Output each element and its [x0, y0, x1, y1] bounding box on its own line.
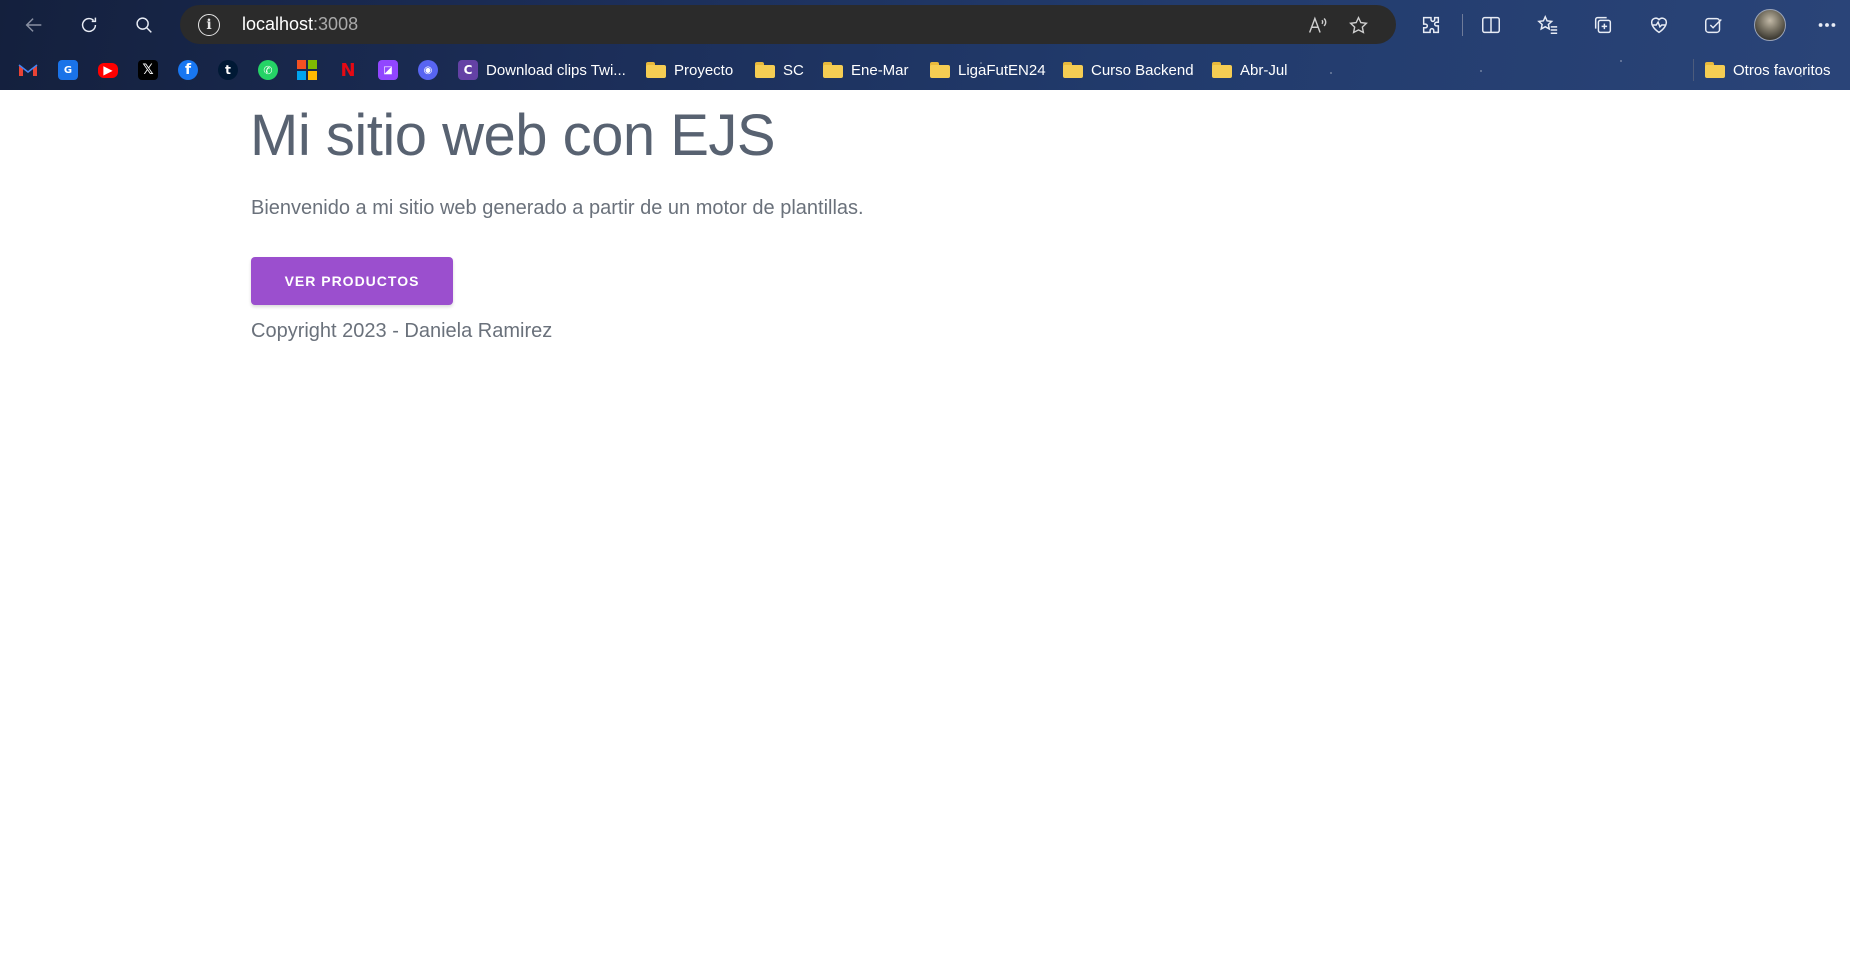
refresh-icon — [81, 17, 97, 33]
bookmark-translate[interactable]: G — [58, 58, 78, 82]
browser-essentials-button[interactable] — [1641, 7, 1677, 43]
folder-icon — [1063, 62, 1083, 78]
bookmark-folder-abr-jul[interactable]: Abr-Jul — [1212, 58, 1288, 82]
bookmark-label: Download clips Twi... — [486, 61, 626, 79]
bookmarks-divider — [1693, 59, 1694, 81]
collections-icon — [1594, 16, 1612, 34]
split-screen-icon — [1482, 16, 1500, 34]
bookmark-label: LigaFutEN24 — [958, 61, 1046, 79]
address-host: localhost — [242, 14, 314, 34]
twitch-icon: ◪ — [378, 60, 398, 80]
puzzle-icon — [1422, 16, 1440, 34]
page-lead: Bienvenido a mi sitio web generado a par… — [251, 197, 864, 219]
heart-pulse-icon — [1650, 17, 1668, 34]
bookmark-facebook[interactable]: f — [178, 58, 198, 82]
bookmark-folder-curso-backend[interactable]: Curso Backend — [1063, 58, 1194, 82]
clips-favicon-icon: C — [458, 60, 478, 80]
gmail-icon — [18, 60, 38, 80]
translate-icon: G — [58, 60, 78, 80]
page-content: Mi sitio web con EJS Bienvenido a mi sit… — [0, 90, 1850, 979]
facebook-icon: f — [178, 60, 198, 80]
folder-icon — [646, 62, 666, 78]
bookmark-netflix[interactable]: N — [338, 58, 358, 82]
extensions-button[interactable] — [1413, 7, 1449, 43]
site-info-icon[interactable]: i — [198, 14, 220, 36]
x-icon: 𝕏 — [138, 60, 158, 80]
bookmark-label: Otros favoritos — [1733, 61, 1831, 79]
search-icon — [136, 17, 152, 33]
bookmark-discord[interactable]: ◉ — [418, 58, 438, 82]
bookmark-download-clips[interactable]: C Download clips Twi... — [458, 58, 626, 82]
bookmark-label: Ene-Mar — [851, 61, 909, 79]
bookmark-label: Curso Backend — [1091, 61, 1194, 79]
favorite-star-button[interactable] — [1345, 12, 1371, 38]
search-button[interactable] — [126, 7, 162, 43]
bookmark-label: Abr-Jul — [1240, 61, 1288, 79]
address-bar[interactable]: i localhost:3008 — [180, 5, 1396, 44]
netflix-icon: N — [340, 59, 356, 81]
favorites-button[interactable] — [1530, 7, 1566, 43]
view-products-button[interactable]: VER PRODUCTOS — [251, 257, 453, 305]
bookmark-whatsapp[interactable]: ✆ — [258, 58, 278, 82]
folder-icon — [1212, 62, 1232, 78]
folder-icon — [755, 62, 775, 78]
back-arrow-icon — [25, 18, 42, 32]
bookmark-label: SC — [783, 61, 804, 79]
whatsapp-icon: ✆ — [258, 60, 278, 80]
back-button[interactable] — [16, 7, 52, 43]
browser-chrome: i localhost:3008 G ▶ 𝕏 f t ✆ N ◪ ◉ C Dow… — [0, 0, 1850, 90]
settings-menu-button[interactable] — [1809, 7, 1845, 43]
bookmark-youtube[interactable]: ▶ — [98, 58, 118, 82]
browser-toolbar: i localhost:3008 — [0, 0, 1850, 50]
bookmark-folder-proyecto[interactable]: Proyecto — [646, 58, 733, 82]
folder-icon — [823, 62, 843, 78]
bookmark-label: Proyecto — [674, 61, 734, 79]
page-title: Mi sitio web con EJS — [250, 103, 776, 168]
bookmarks-bar: G ▶ 𝕏 f t ✆ N ◪ ◉ C Download clips Twi..… — [0, 50, 1850, 90]
microsoft-icon — [297, 60, 317, 80]
performance-icon — [1705, 17, 1722, 34]
bookmark-folder-otros-favoritos[interactable]: Otros favoritos — [1705, 58, 1831, 82]
address-port: :3008 — [313, 14, 359, 34]
profile-avatar[interactable] — [1754, 9, 1786, 41]
tumblr-icon: t — [218, 60, 238, 80]
read-aloud-button[interactable] — [1304, 12, 1330, 38]
star-icon — [1348, 15, 1368, 34]
bookmark-tumblr[interactable]: t — [218, 58, 238, 82]
collections-button[interactable] — [1585, 7, 1621, 43]
youtube-icon: ▶ — [98, 62, 118, 78]
refresh-button[interactable] — [71, 7, 107, 43]
toolbar-divider — [1462, 14, 1463, 36]
address-url[interactable]: localhost:3008 — [242, 14, 358, 35]
footer-copyright: Copyright 2023 - Daniela Ramirez — [251, 320, 553, 342]
bookmark-gmail[interactable] — [18, 58, 38, 82]
bookmark-folder-ligafuten24[interactable]: LigaFutEN24 — [930, 58, 1046, 82]
bookmark-folder-ene-mar[interactable]: Ene-Mar — [823, 58, 909, 82]
bookmark-x[interactable]: 𝕏 — [138, 58, 158, 82]
bookmark-folder-sc[interactable]: SC — [755, 58, 804, 82]
performance-button[interactable] — [1696, 7, 1732, 43]
more-horizontal-icon — [1818, 23, 1836, 27]
favorites-list-icon — [1537, 14, 1558, 34]
bookmark-microsoft[interactable] — [297, 58, 317, 82]
split-screen-button[interactable] — [1473, 7, 1509, 43]
folder-icon — [930, 62, 950, 78]
folder-icon — [1705, 62, 1725, 78]
read-aloud-icon — [1308, 16, 1326, 33]
bookmark-twitch[interactable]: ◪ — [378, 58, 398, 82]
discord-icon: ◉ — [418, 60, 438, 80]
